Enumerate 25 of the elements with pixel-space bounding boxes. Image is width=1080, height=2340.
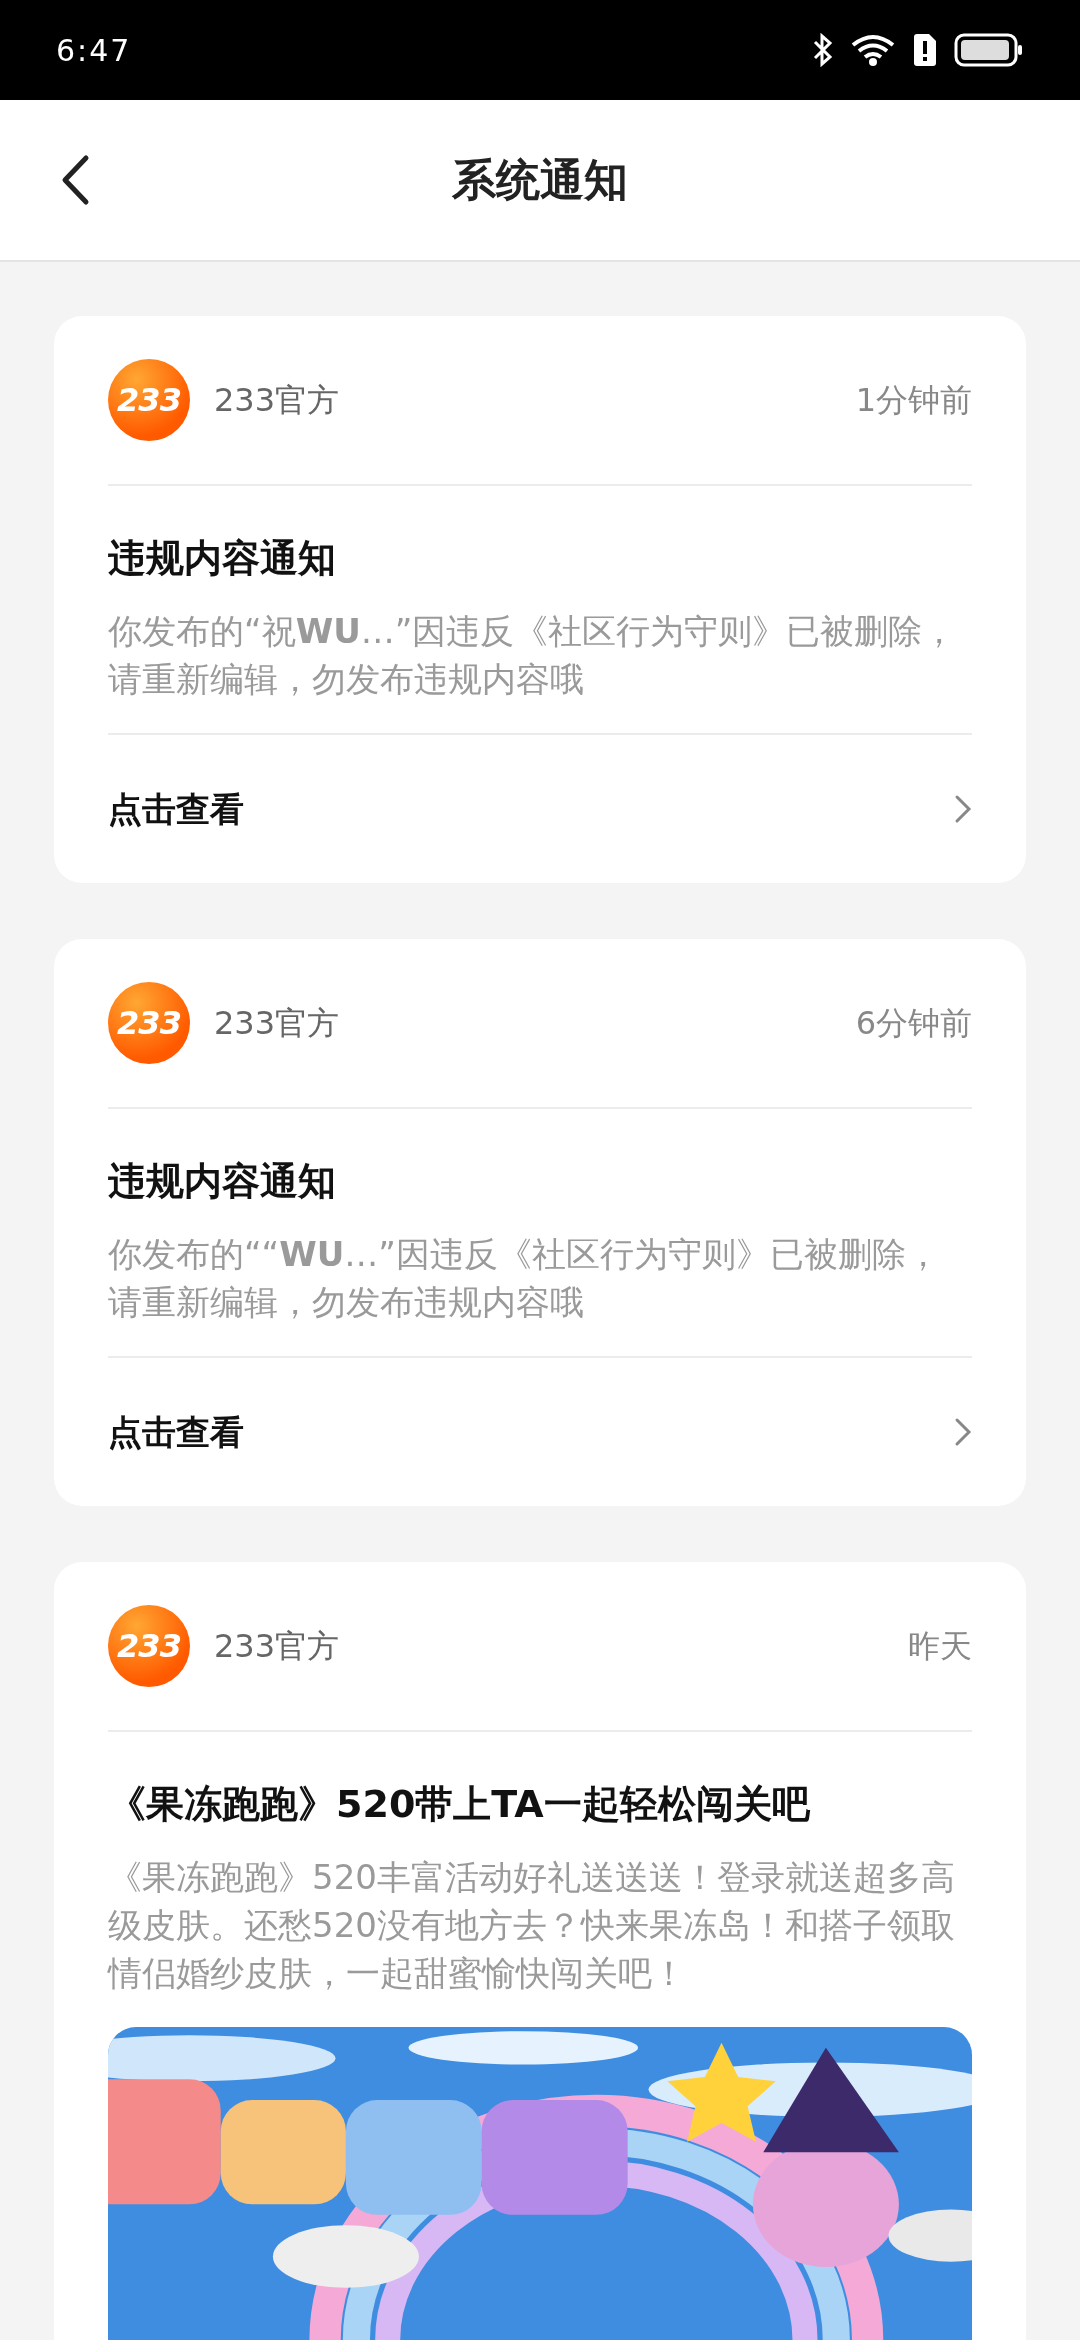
notification-time: 昨天 <box>908 1626 972 1667</box>
status-time: 6:47 <box>56 31 132 70</box>
bluetooth-icon <box>812 33 834 67</box>
notification-title: 违规内容通知 <box>108 535 337 582</box>
battery-icon <box>954 33 1024 67</box>
page-title: 系统通知 <box>452 153 628 207</box>
view-link[interactable]: 点击查看 <box>108 1406 244 1458</box>
wifi-icon <box>850 33 896 67</box>
app-logo: 233 <box>108 1605 190 1687</box>
app-logo: 233 <box>108 359 190 441</box>
app-logo: 233 <box>108 982 190 1064</box>
notification-body: 你发布的““WU…”因违反《社区行为守则》已被删除，请重新编辑，勿发布违规内容哦 <box>108 1233 941 1324</box>
chevron-right-icon[interactable] <box>954 1417 972 1447</box>
notification-body: 你发布的“祝WU…”因违反《社区行为守则》已被删除，请重新编辑，勿发布违规内容哦 <box>108 610 958 701</box>
notification-title: 违规内容通知 <box>108 1158 337 1205</box>
sim-alert-icon <box>912 33 938 67</box>
sender-name: 233官方 <box>214 1626 340 1667</box>
notification-time: 1分钟前 <box>855 380 972 421</box>
chevron-right-icon[interactable] <box>954 794 972 824</box>
notification-title: 《果冻跑跑》520带上TA一起轻松闯关吧 <box>108 1781 811 1828</box>
notification-body: 《果冻跑跑》520丰富活动好礼送送送！登录就送超多高级皮肤。还愁520没有地方去？快来果冻岛！和搭子领取情侣婚纱皮肤，一起甜蜜愉快闯关吧！ <box>108 1856 956 1995</box>
sender-name: 233官方 <box>214 1003 340 1044</box>
view-link[interactable]: 点击查看 <box>108 783 244 835</box>
notification-time: 6分钟前 <box>855 1003 972 1044</box>
sender-name: 233官方 <box>214 380 340 421</box>
